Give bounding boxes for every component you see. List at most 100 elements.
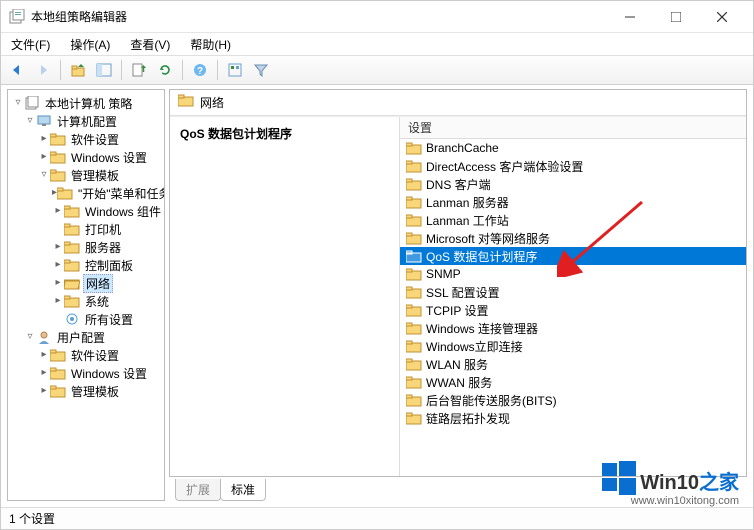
list-item-label: TCPIP 设置 xyxy=(426,302,488,319)
list-item[interactable]: DirectAccess 客户端体验设置 xyxy=(400,157,746,175)
tree-admin-templates[interactable]: ▿ 管理模板 xyxy=(10,166,164,184)
user-icon xyxy=(36,330,52,344)
tab-extended[interactable]: 扩展 xyxy=(175,479,221,501)
show-hide-tree-button[interactable] xyxy=(92,58,116,82)
list-item-label: Lanman 服务器 xyxy=(426,194,509,211)
list-item[interactable]: Lanman 工作站 xyxy=(400,211,746,229)
detail-panel: QoS 数据包计划程序 xyxy=(170,117,400,476)
folder-icon xyxy=(406,375,422,389)
maximize-button[interactable] xyxy=(653,2,699,32)
tree-start-menu[interactable]: ▸ "开始"菜单和任务栏 xyxy=(10,184,164,202)
tree-label: 网络 xyxy=(83,274,113,293)
folder-icon xyxy=(64,240,80,254)
tab-standard[interactable]: 标准 xyxy=(220,479,266,501)
list-item-label: Windows 连接管理器 xyxy=(426,320,538,337)
chevron-down-icon[interactable]: ▿ xyxy=(24,332,36,342)
chevron-right-icon[interactable]: ▸ xyxy=(38,152,50,162)
main-area: ▿ 本地计算机 策略 ▿ 计算机配置 ▸ 软件设置 ▸ Windows 设置 ▿ xyxy=(1,85,753,505)
list-item[interactable]: DNS 客户端 xyxy=(400,175,746,193)
list-item[interactable]: 链路层拓扑发现 xyxy=(400,409,746,427)
list-item[interactable]: QoS 数据包计划程序 xyxy=(400,247,746,265)
list-item[interactable]: Lanman 服务器 xyxy=(400,193,746,211)
forward-button[interactable] xyxy=(31,58,55,82)
list-item-label: DNS 客户端 xyxy=(426,176,491,193)
tree-software-settings[interactable]: ▸ 软件设置 xyxy=(10,130,164,148)
content-header-title: 网络 xyxy=(200,94,224,111)
status-text: 1 个设置 xyxy=(9,512,55,526)
list-header-label: 设置 xyxy=(408,119,432,136)
export-button[interactable] xyxy=(127,58,151,82)
menu-action[interactable]: 操作(A) xyxy=(66,34,114,55)
tree-label: 服务器 xyxy=(83,239,123,256)
filter-button[interactable] xyxy=(249,58,273,82)
folder-icon xyxy=(64,204,80,218)
list-item[interactable]: SNMP xyxy=(400,265,746,283)
list-item-label: Windows立即连接 xyxy=(426,338,523,355)
list-item[interactable]: SSL 配置设置 xyxy=(400,283,746,301)
chevron-down-icon[interactable]: ▿ xyxy=(38,170,50,180)
tree-control-panel[interactable]: ▸ 控制面板 xyxy=(10,256,164,274)
tree-label: 打印机 xyxy=(83,221,123,238)
list-item[interactable]: WWAN 服务 xyxy=(400,373,746,391)
list-item[interactable]: BranchCache xyxy=(400,139,746,157)
menu-file[interactable]: 文件(F) xyxy=(7,34,54,55)
folder-icon xyxy=(406,339,422,353)
tree-label: 本地计算机 策略 xyxy=(43,95,134,112)
tree-printers[interactable]: 打印机 xyxy=(10,220,164,238)
chevron-right-icon[interactable]: ▸ xyxy=(38,134,50,144)
folder-icon xyxy=(50,132,66,146)
chevron-right-icon[interactable]: ▸ xyxy=(52,206,64,216)
minimize-button[interactable] xyxy=(607,2,653,32)
list-column-header[interactable]: 设置 xyxy=(400,117,746,139)
chevron-right-icon[interactable]: ▸ xyxy=(38,386,50,396)
list-item[interactable]: 后台智能传送服务(BITS) xyxy=(400,391,746,409)
tree-windows-components[interactable]: ▸ Windows 组件 xyxy=(10,202,164,220)
folder-icon xyxy=(406,141,422,155)
chevron-down-icon[interactable]: ▿ xyxy=(12,98,24,108)
tree-root[interactable]: ▿ 本地计算机 策略 xyxy=(10,94,164,112)
help-button[interactable]: ? xyxy=(188,58,212,82)
chevron-right-icon[interactable]: ▸ xyxy=(52,242,64,252)
tree-u-software[interactable]: ▸ 软件设置 xyxy=(10,346,164,364)
folder-icon xyxy=(406,195,422,209)
close-button[interactable] xyxy=(699,2,745,32)
list-item[interactable]: Microsoft 对等网络服务 xyxy=(400,229,746,247)
tree-all-settings[interactable]: 所有设置 xyxy=(10,310,164,328)
folder-icon xyxy=(50,348,66,362)
chevron-right-icon[interactable]: ▸ xyxy=(38,350,50,360)
chevron-right-icon[interactable]: ▸ xyxy=(52,296,64,306)
list-body[interactable]: BranchCacheDirectAccess 客户端体验设置DNS 客户端La… xyxy=(400,139,746,476)
tree-u-windows[interactable]: ▸ Windows 设置 xyxy=(10,364,164,382)
chevron-right-icon[interactable]: ▸ xyxy=(52,278,64,288)
properties-button[interactable] xyxy=(223,58,247,82)
tree-pane[interactable]: ▿ 本地计算机 策略 ▿ 计算机配置 ▸ 软件设置 ▸ Windows 设置 ▿ xyxy=(7,89,165,501)
list-item-label: WWAN 服务 xyxy=(426,374,492,391)
refresh-button[interactable] xyxy=(153,58,177,82)
tree-label: Windows 设置 xyxy=(69,365,149,382)
tree-computer-config[interactable]: ▿ 计算机配置 xyxy=(10,112,164,130)
menu-help[interactable]: 帮助(H) xyxy=(186,34,235,55)
tree-u-admin[interactable]: ▸ 管理模板 xyxy=(10,382,164,400)
tree-label: 所有设置 xyxy=(83,311,135,328)
tree-network[interactable]: ▸ 网络 xyxy=(10,274,164,292)
tree-system[interactable]: ▸ 系统 xyxy=(10,292,164,310)
tree-user-config[interactable]: ▿ 用户配置 xyxy=(10,328,164,346)
list-item[interactable]: TCPIP 设置 xyxy=(400,301,746,319)
list-item-label: Lanman 工作站 xyxy=(426,212,509,229)
tree-windows-settings[interactable]: ▸ Windows 设置 xyxy=(10,148,164,166)
chevron-right-icon[interactable]: ▸ xyxy=(38,368,50,378)
list-item[interactable]: Windows立即连接 xyxy=(400,337,746,355)
menu-view[interactable]: 查看(V) xyxy=(126,34,174,55)
back-button[interactable] xyxy=(5,58,29,82)
up-button[interactable] xyxy=(66,58,90,82)
svg-text:?: ? xyxy=(197,66,203,77)
tree-label: 管理模板 xyxy=(69,167,121,184)
toolbar: ? xyxy=(1,55,753,85)
chevron-down-icon[interactable]: ▿ xyxy=(24,116,36,126)
menu-bar: 文件(F) 操作(A) 查看(V) 帮助(H) xyxy=(1,33,753,55)
list-item[interactable]: WLAN 服务 xyxy=(400,355,746,373)
tree-servers[interactable]: ▸ 服务器 xyxy=(10,238,164,256)
tree-label: 控制面板 xyxy=(83,257,135,274)
chevron-right-icon[interactable]: ▸ xyxy=(52,260,64,270)
list-item[interactable]: Windows 连接管理器 xyxy=(400,319,746,337)
